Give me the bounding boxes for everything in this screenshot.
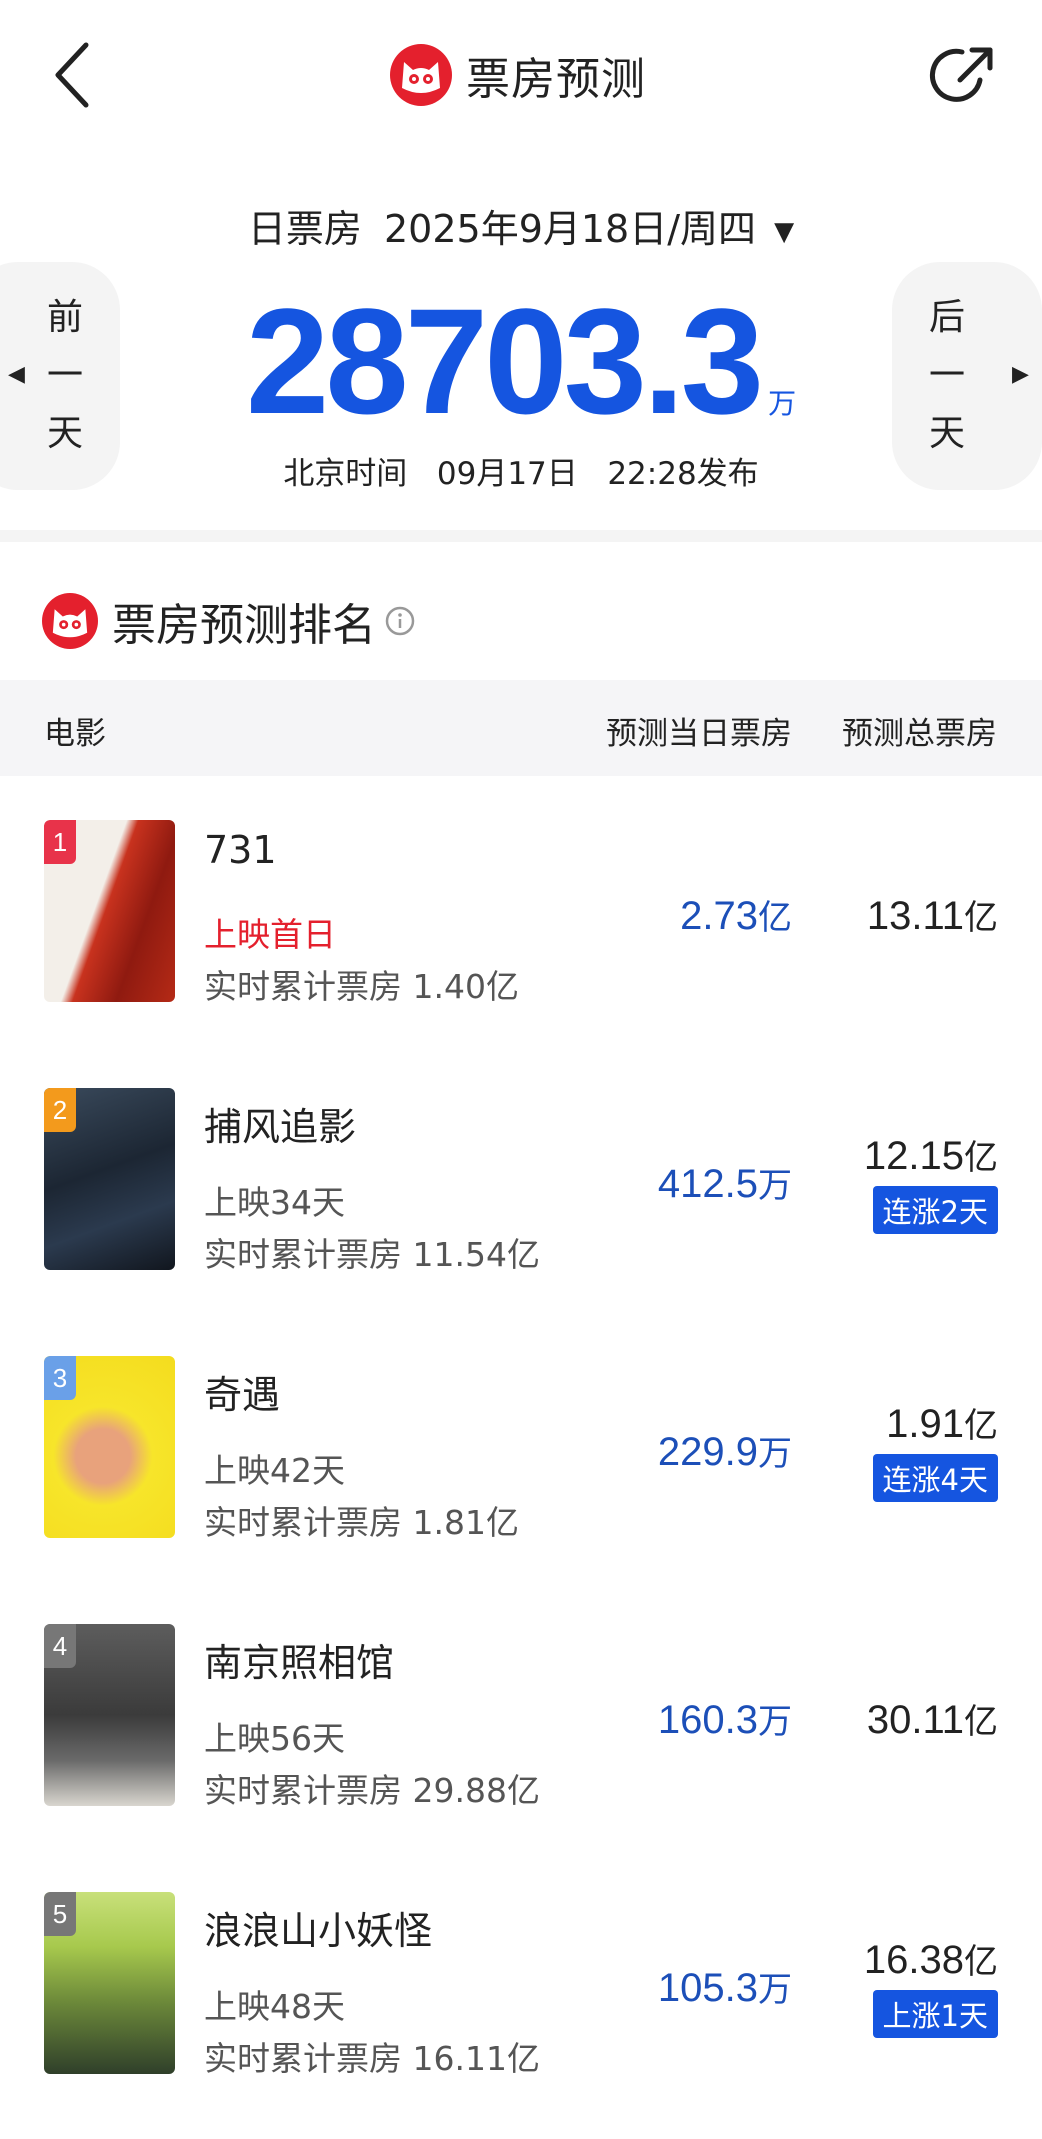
back-arrow-icon[interactable] [40, 35, 110, 115]
today-unit: 万 [758, 1167, 792, 1205]
date-selector[interactable]: 日票房 2025年9月18日/周四 ▼ [0, 198, 1042, 253]
movie-poster: 5 [44, 1892, 175, 2074]
today-value: 229.9 [657, 1430, 758, 1474]
today-value: 105.3 [657, 1966, 758, 2010]
left-triangle-icon: ◀ [8, 362, 25, 387]
movie-poster: 3 [44, 1356, 175, 1538]
maoyan-cat-logo-icon [390, 44, 452, 106]
cumulative-box-office: 实时累计票房 1.40亿 [204, 967, 519, 1006]
today-value: 160.3 [657, 1698, 758, 1742]
today-unit: 万 [758, 1435, 792, 1473]
cumulative-box-office: 实时累计票房 11.54亿 [204, 1235, 540, 1274]
today-unit: 万 [758, 1703, 792, 1741]
movie-row[interactable]: 4 南京照相馆 上映56天 实时累计票房 29.88亿 160.3万 30.11… [0, 1624, 1042, 1892]
section-divider [0, 530, 1042, 542]
cumulative-box-office: 实时累计票房 16.11亿 [204, 2039, 540, 2078]
publish-time: 北京时间 09月17日 22:28发布 [283, 456, 759, 492]
release-status: 上映56天 [204, 1719, 345, 1758]
page-title: 票房预测 [466, 54, 646, 105]
today-unit: 亿 [758, 899, 792, 937]
rank-badge: 2 [44, 1088, 76, 1132]
prev-day-char: 前 [46, 297, 83, 338]
rank-badge: 5 [44, 1892, 76, 1936]
prev-day-char: 一 [46, 355, 83, 396]
trend-badge: 连涨2天 [872, 1186, 998, 1234]
release-status: 上映48天 [204, 1987, 345, 2026]
table-header: 电影 预测当日票房 预测总票房 [0, 680, 1042, 776]
total-forecast: 13.11亿 [867, 890, 998, 939]
today-forecast: 160.3万 [658, 1694, 792, 1743]
rank-badge: 1 [44, 820, 76, 864]
selected-date: 2025年9月18日/周四 [383, 207, 757, 251]
release-status: 上映34天 [204, 1183, 345, 1222]
share-icon[interactable] [928, 40, 1000, 112]
today-unit: 万 [758, 1971, 792, 2009]
maoyan-cat-logo-icon [42, 593, 98, 649]
today-forecast: 412.5万 [658, 1158, 792, 1207]
daily-box-office-label: 日票房 [247, 207, 362, 251]
cumulative-box-office: 实时累计票房 29.88亿 [204, 1771, 540, 1810]
total-forecast: 16.38亿 [864, 1934, 998, 1983]
rank-badge: 4 [44, 1624, 76, 1668]
movie-poster: 4 [44, 1624, 175, 1806]
next-day-button[interactable]: ▶ 后 一 天 [892, 262, 1042, 490]
right-triangle-icon: ▶ [1012, 362, 1029, 387]
daily-total: 28703.3 万 [0, 275, 1042, 448]
col-movie: 电影 [44, 716, 106, 752]
movie-row[interactable]: 1 731 上映首日 实时累计票房 1.40亿 2.73亿 13.11亿 [0, 820, 1042, 1088]
col-today-forecast: 预测当日票房 [606, 716, 792, 752]
total-value: 12.15 [863, 1134, 964, 1178]
daily-total-unit: 万 [768, 387, 797, 420]
total-forecast: 30.11亿 [867, 1694, 998, 1743]
today-forecast: 105.3万 [658, 1962, 792, 2011]
prev-day-button[interactable]: ◀ 前 一 天 [0, 262, 120, 490]
total-value: 16.38 [863, 1938, 964, 1982]
total-unit: 亿 [964, 1139, 998, 1177]
total-unit: 亿 [964, 1407, 998, 1445]
movie-title: 捕风追影 [204, 1105, 357, 1149]
movie-poster: 1 [44, 820, 175, 1002]
next-day-char: 后 [928, 297, 965, 338]
today-value: 2.73 [680, 894, 758, 938]
movie-title: 731 [204, 828, 277, 872]
ranking-section-title: 票房预测排名 [42, 590, 416, 652]
cumulative-box-office: 实时累计票房 1.81亿 [204, 1503, 519, 1542]
total-value: 13.11 [866, 894, 964, 938]
total-unit: 亿 [964, 899, 998, 937]
total-forecast: 12.15亿 [864, 1130, 998, 1179]
total-value: 30.11 [866, 1698, 964, 1742]
movie-row[interactable]: 3 奇遇 上映42天 实时累计票房 1.81亿 229.9万 1.91亿 连涨4… [0, 1356, 1042, 1624]
next-day-char: 天 [928, 413, 965, 454]
movie-row[interactable]: 2 捕风追影 上映34天 实时累计票房 11.54亿 412.5万 12.15亿… [0, 1088, 1042, 1356]
release-status: 上映42天 [204, 1451, 345, 1490]
release-status: 上映首日 [204, 915, 336, 954]
total-forecast: 1.91亿 [886, 1398, 998, 1447]
movie-poster: 2 [44, 1088, 175, 1270]
movie-title: 浪浪山小妖怪 [204, 1909, 433, 1953]
total-unit: 亿 [964, 1943, 998, 1981]
total-value: 1.91 [886, 1402, 964, 1446]
today-forecast: 2.73亿 [680, 890, 792, 939]
today-forecast: 229.9万 [658, 1426, 792, 1475]
movie-title: 奇遇 [204, 1373, 281, 1417]
trend-badge: 上涨1天 [872, 1990, 998, 2038]
info-icon[interactable] [384, 605, 416, 637]
next-day-char: 一 [928, 355, 965, 396]
prev-day-char: 天 [46, 413, 83, 454]
ranking-title: 票房预测排名 [112, 600, 376, 651]
col-total-forecast: 预测总票房 [842, 716, 997, 752]
rank-badge: 3 [44, 1356, 76, 1400]
title-group: 票房预测 [390, 44, 646, 106]
top-bar: 票房预测 [0, 0, 1042, 150]
dropdown-triangle-icon: ▼ [774, 216, 795, 247]
trend-badge: 连涨4天 [872, 1454, 998, 1502]
total-unit: 亿 [964, 1703, 998, 1741]
movie-title: 南京照相馆 [204, 1641, 395, 1685]
today-value: 412.5 [657, 1162, 758, 1206]
daily-total-value: 28703.3 [245, 277, 764, 445]
movie-row[interactable]: 5 浪浪山小妖怪 上映48天 实时累计票房 16.11亿 105.3万 16.3… [0, 1892, 1042, 2139]
